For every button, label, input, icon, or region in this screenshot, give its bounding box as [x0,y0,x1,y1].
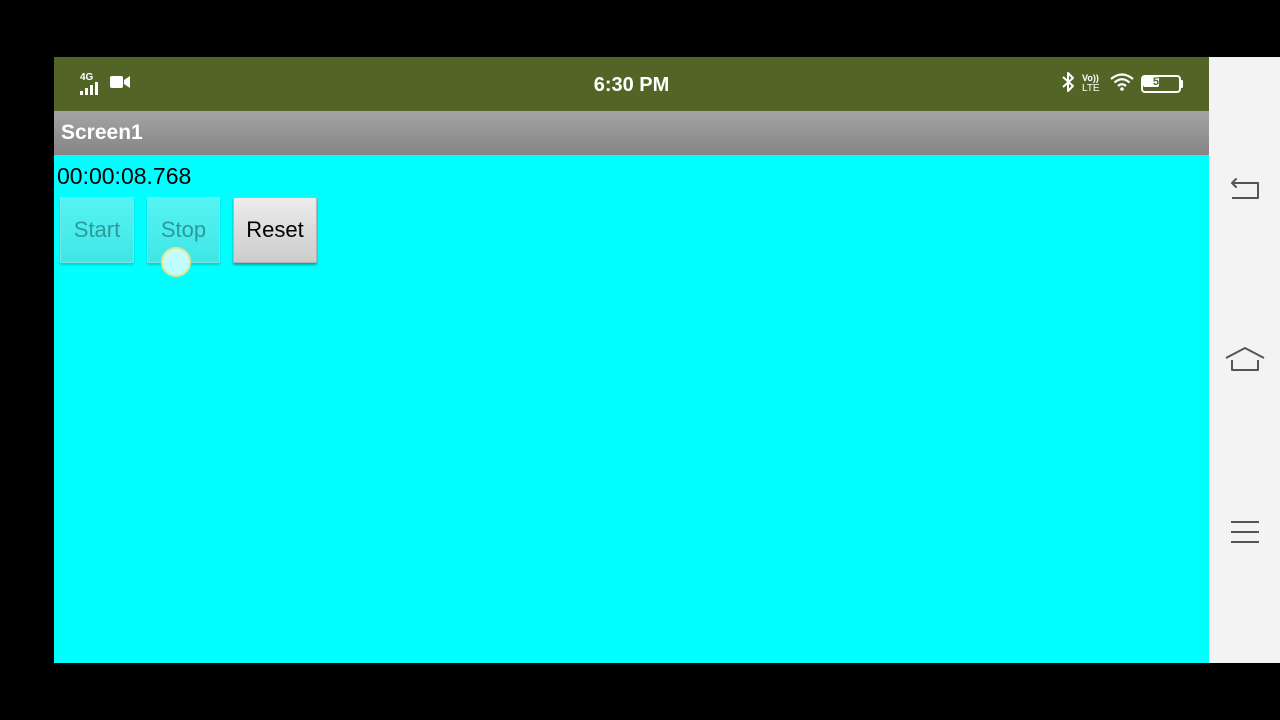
menu-icon[interactable] [1219,506,1271,558]
volte-icon: Vo)) LTE [1081,73,1103,95]
app-screen: 4G 6:30 PM Vo)) LTE 51 Screen1 00:00:08.… [54,57,1209,663]
volte-label: Vo)) [1082,73,1099,83]
back-arrow-icon[interactable] [1219,163,1271,215]
status-bar: 4G 6:30 PM Vo)) LTE 51 [54,57,1209,111]
start-button[interactable]: Start [60,197,134,263]
wifi-icon [1109,72,1135,97]
bluetooth-icon [1061,71,1075,98]
navigation-bar [1209,57,1280,663]
stopwatch-display: 00:00:08.768 [57,163,192,189]
battery-level: 51 [1152,76,1166,88]
title-bar: Screen1 [54,111,1209,155]
home-icon[interactable] [1219,333,1271,385]
screen-title: Screen1 [61,121,143,144]
stop-button[interactable]: Stop [147,197,220,263]
battery-icon: 51 [1141,75,1183,93]
lte-label: LTE [1082,83,1100,94]
status-time: 6:30 PM [593,74,670,96]
main-content: 00:00:08.768 Start Stop Reset [54,155,1209,663]
status-right-icons: Vo)) LTE 51 [1061,71,1183,97]
reset-button[interactable]: Reset [233,197,317,263]
